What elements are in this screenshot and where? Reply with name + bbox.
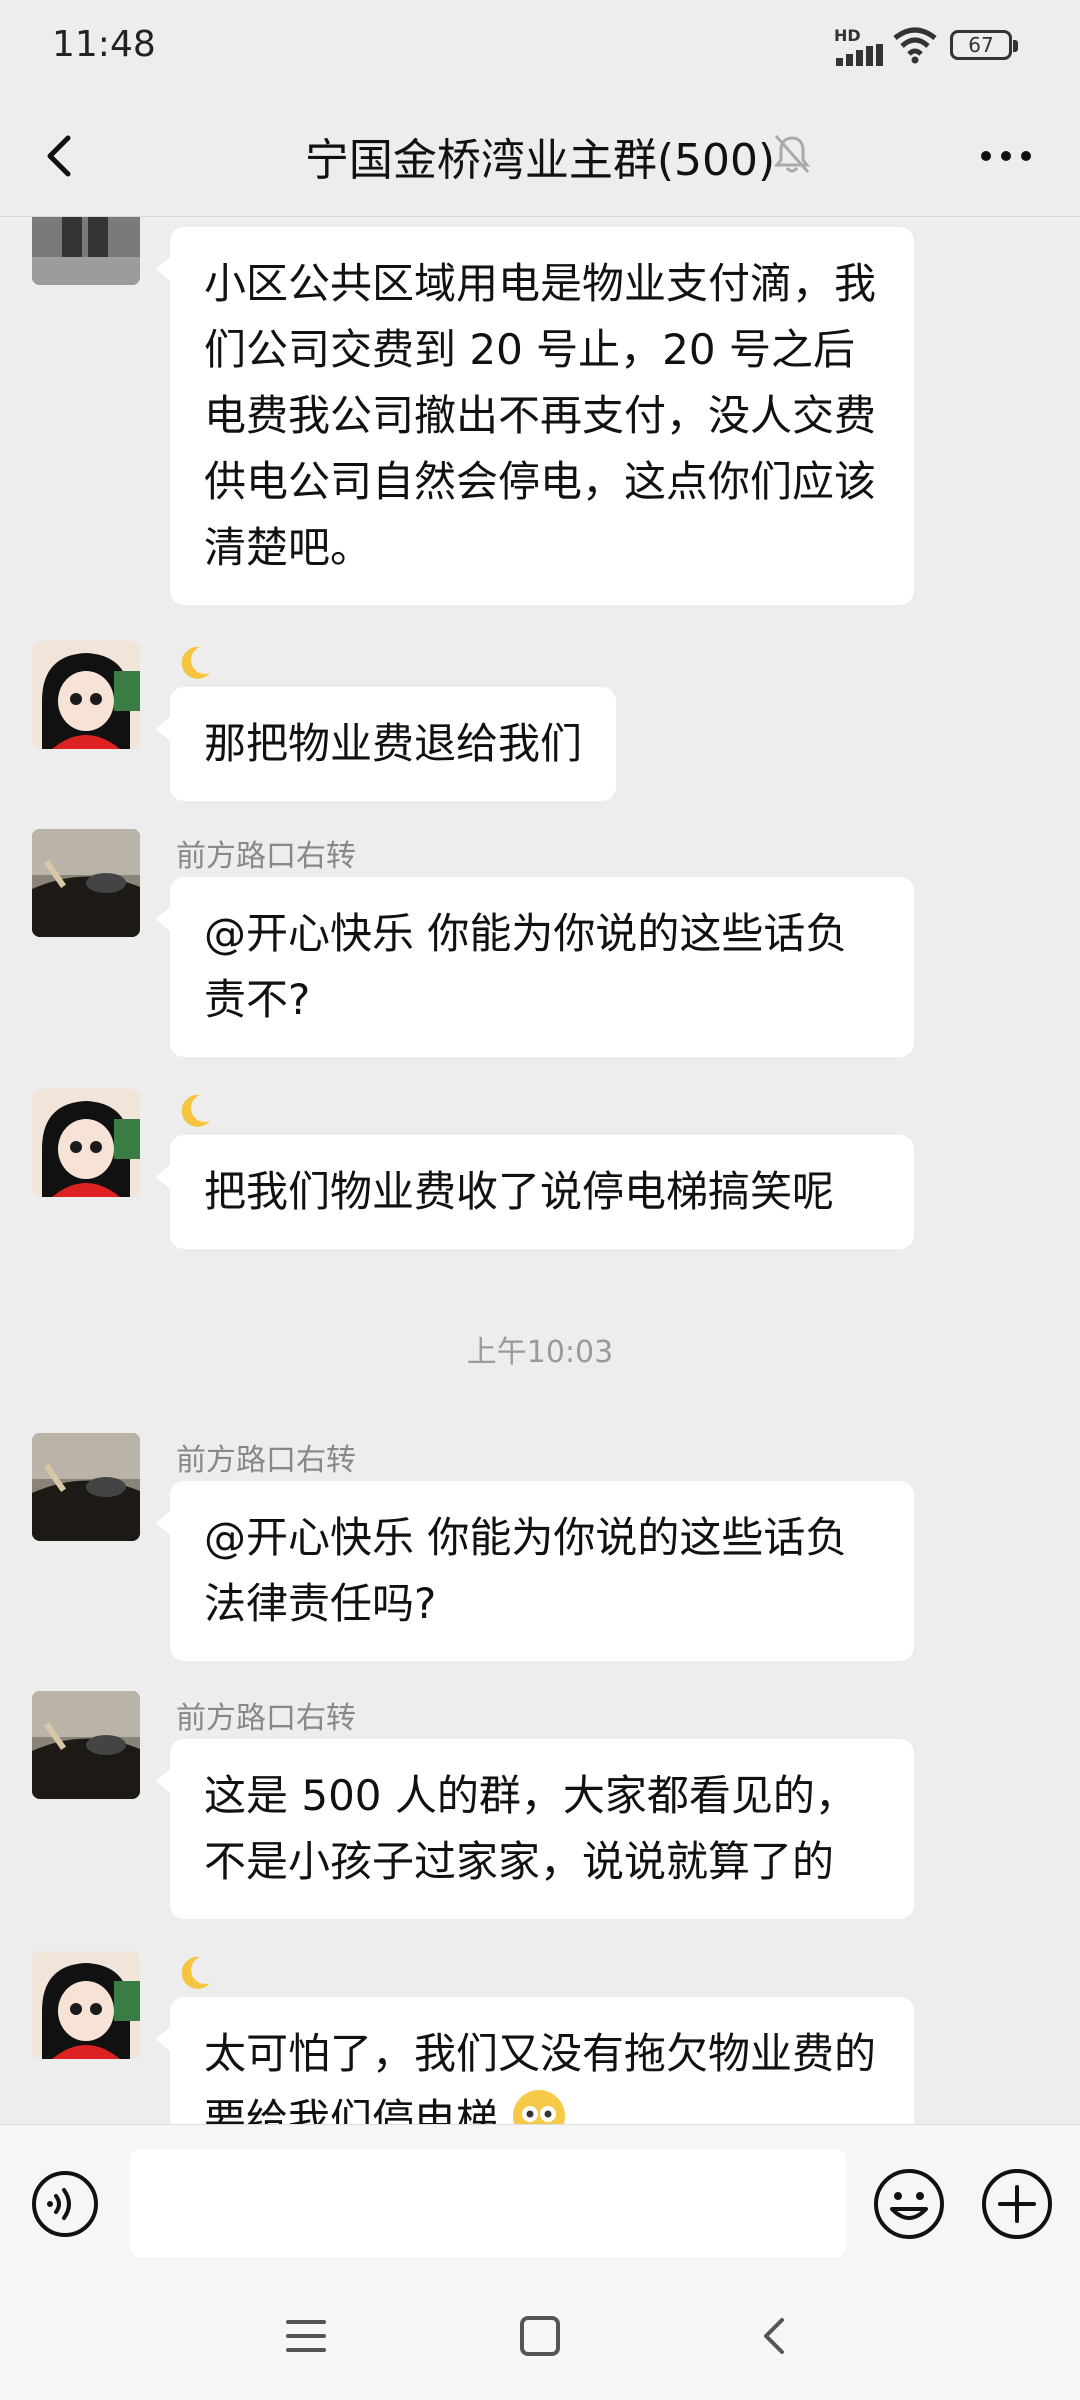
sender-name: 前方路口右转	[176, 1701, 356, 1736]
emoji-icon[interactable]	[872, 2167, 946, 2241]
home-icon[interactable]	[516, 2312, 564, 2360]
message-text: 这是 500 人的群，大家都看见的，不是小孩子过家家，说说就算了的	[204, 1771, 857, 1886]
signal-icon	[836, 44, 883, 66]
flushed-face-emoji-icon	[513, 2090, 566, 2124]
avatar[interactable]	[32, 829, 140, 937]
muted-bell-icon	[773, 135, 811, 173]
message-text: @开心快乐 你能为你说的这些话负法律责任吗?	[204, 1513, 848, 1628]
crescent-moon-icon	[181, 646, 210, 679]
group-title: 宁国金桥湾业主群(500)	[304, 135, 776, 186]
sender-name: 前方路口右转	[176, 839, 356, 874]
status-bar: 11:48 HD 67	[0, 0, 1080, 96]
message-text: 把我们物业费收了说停电梯搞笑呢	[204, 1167, 835, 1216]
avatar[interactable]	[32, 1433, 140, 1541]
battery-indicator: 67	[950, 30, 1012, 60]
avatar[interactable]	[32, 1691, 140, 1799]
voice-icon[interactable]	[30, 2169, 100, 2239]
message-timestamp: 上午10:03	[466, 1335, 614, 1370]
message-bubble[interactable]: 太可怕了，我们又没有拖欠物业费的要给我们停电梯	[156, 1997, 914, 2124]
wifi-icon	[893, 27, 937, 64]
system-navigation-bar	[0, 2280, 1080, 2400]
sender-name: 前方路口右转	[176, 1443, 356, 1478]
avatar[interactable]	[32, 217, 140, 285]
avatar[interactable]	[32, 641, 140, 749]
message-bubble[interactable]: 把我们物业费收了说停电梯搞笑呢	[156, 1135, 914, 1249]
message-bubble[interactable]: @开心快乐 你能为你说的这些话负责不?	[156, 877, 914, 1057]
message-bubble[interactable]: 那把物业费退给我们	[155, 687, 617, 801]
recent-apps-icon[interactable]	[284, 2314, 328, 2358]
message-bubble[interactable]: 这是 500 人的群，大家都看见的，不是小孩子过家家，说说就算了的	[156, 1739, 914, 1919]
more-dots-icon[interactable]	[976, 136, 1036, 176]
network-type-label: HD	[834, 26, 861, 45]
crescent-moon-icon	[181, 1956, 210, 1989]
avatar[interactable]	[32, 1089, 140, 1197]
battery-tip	[1013, 40, 1018, 52]
plus-icon[interactable]	[980, 2167, 1054, 2241]
message-input-bar	[0, 2124, 1080, 2281]
crescent-moon-icon	[181, 1094, 210, 1127]
message-bubble[interactable]: 小区公共区域用电是物业支付滴，我们公司交费到 20 号止，20 号之后电费我公司…	[156, 227, 914, 605]
chat-message-list[interactable]: 小区公共区域用电是物业支付滴，我们公司交费到 20 号止，20 号之后电费我公司…	[0, 217, 1080, 2124]
message-text: 那把物业费退给我们	[204, 719, 583, 768]
chat-header: 宁国金桥湾业主群(500)	[0, 96, 1080, 217]
message-bubble[interactable]: @开心快乐 你能为你说的这些话负法律责任吗?	[156, 1481, 914, 1661]
message-input[interactable]	[130, 2149, 846, 2257]
system-back-icon[interactable]	[752, 2312, 800, 2360]
message-text: @开心快乐 你能为你说的这些话负责不?	[204, 909, 848, 1024]
status-time: 11:48	[52, 24, 156, 65]
message-text: 小区公共区域用电是物业支付滴，我们公司交费到 20 号止，20 号之后电费我公司…	[204, 259, 877, 572]
avatar[interactable]	[32, 1951, 140, 2059]
